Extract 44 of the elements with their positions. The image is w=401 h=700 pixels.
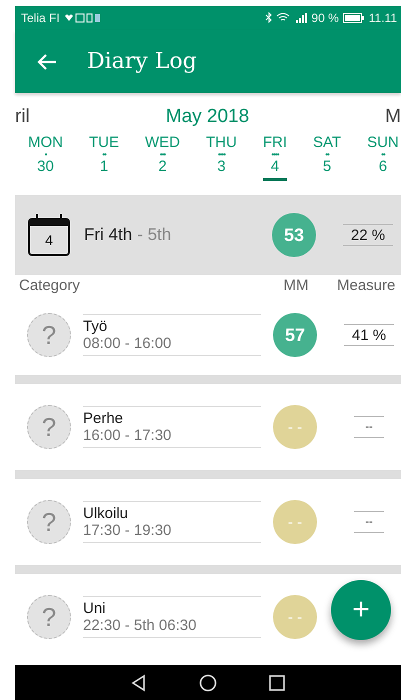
entry-field[interactable]: Perhe 16:00 - 17:30 — [83, 406, 261, 448]
mm-score: - - — [273, 405, 317, 449]
mm-score: - - — [273, 595, 317, 639]
day-range-end: - 5th — [137, 225, 172, 245]
entry-field[interactable]: Työ 08:00 - 16:00 — [83, 314, 261, 356]
measured-value: -- — [354, 511, 384, 533]
placeholder-avatar: ? — [27, 595, 71, 639]
column-header: Category — [19, 276, 81, 294]
previous-month[interactable]: ril — [15, 106, 30, 128]
day-tab[interactable]: FRI •••• 4 — [262, 135, 287, 181]
clock: 11.11 — [368, 11, 397, 25]
notification-icons — [64, 13, 100, 23]
entry-field[interactable]: Uni 22:30 - 5th 06:30 — [83, 596, 261, 638]
placeholder-avatar: ? — [27, 405, 71, 449]
placeholder-avatar: ? — [27, 313, 71, 357]
signal-icon — [295, 13, 308, 23]
placeholder-avatar: ? — [27, 500, 71, 544]
day-tab[interactable]: THU •••• 3 — [206, 135, 237, 181]
day-tab[interactable]: SUN •• 6 — [367, 135, 399, 181]
measured-value: -- — [354, 416, 384, 438]
day-label: Fri 4th — [84, 225, 132, 245]
day-tab[interactable]: WED ••• 2 — [145, 135, 180, 181]
battery-icon — [342, 13, 365, 23]
mm-score: 53 — [272, 213, 316, 257]
measured-value: 22 % — [343, 224, 393, 246]
column-header: MM — [282, 276, 310, 294]
next-month[interactable]: M — [385, 106, 401, 128]
back-arrow-icon[interactable] — [37, 52, 57, 70]
day-tab[interactable]: MON • 30 — [28, 135, 63, 181]
current-month: May 2018 — [166, 106, 250, 128]
battery-percent: 90 % — [311, 11, 339, 25]
bluetooth-wifi-icon — [265, 12, 292, 24]
measured-value: 41 % — [344, 324, 394, 346]
day-tab[interactable]: TUE •• 1 — [89, 135, 119, 181]
home-icon[interactable] — [198, 674, 217, 692]
recent-apps-icon[interactable] — [268, 674, 286, 692]
mm-score: 57 — [273, 313, 317, 357]
screen-title: Diary Log — [87, 49, 197, 74]
column-header: Measure — [337, 276, 396, 294]
carrier-name: Telia FI — [21, 11, 60, 25]
day-tab[interactable]: SAT •• 5 — [313, 135, 342, 181]
mm-score: - - — [273, 500, 317, 544]
entry-field[interactable]: Ulkoilu 17:30 - 19:30 — [83, 501, 261, 543]
add-button[interactable]: + — [331, 580, 391, 640]
